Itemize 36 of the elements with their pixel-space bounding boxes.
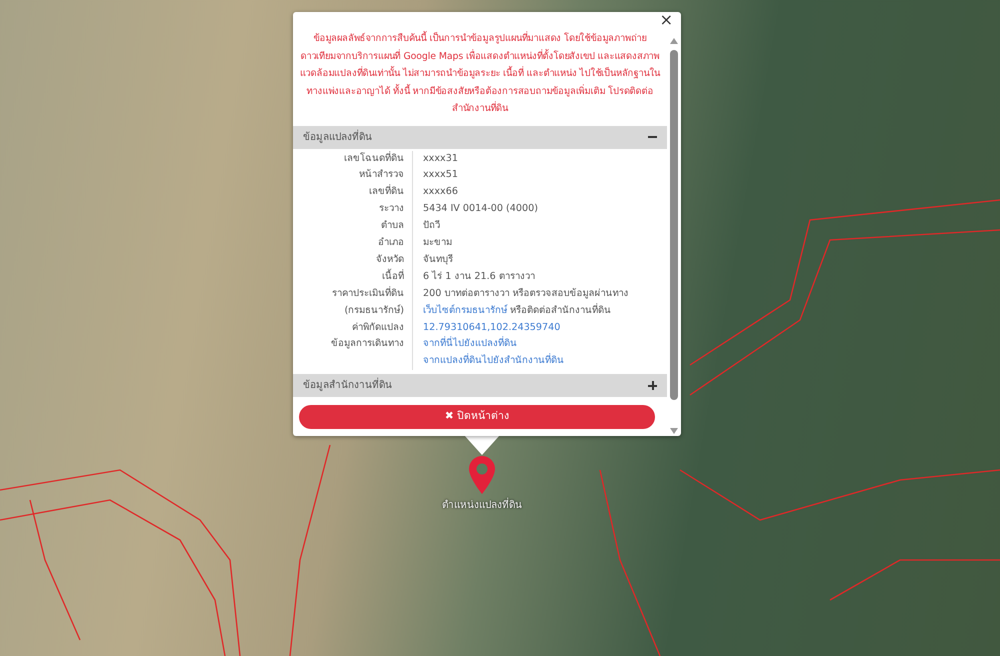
field-value: xxxx31 xyxy=(423,152,458,164)
field-value: มะขาม xyxy=(423,237,452,248)
field-value: xxxx51 xyxy=(423,169,458,180)
field-value: xxxx66 xyxy=(423,186,458,198)
field-value: 5434 IV 0014-00 (4000) xyxy=(423,203,538,214)
section-header[interactable]: ข้อมูลแปลงที่ดิน xyxy=(293,126,667,148)
field-label: เนื้อที่ xyxy=(293,268,413,286)
field-label: จังหวัด xyxy=(293,252,413,269)
field-value: 6 ไร่ 1 งาน 21.6 ตารางวา xyxy=(423,270,535,282)
link[interactable]: เว็บไซต์กรมธนารักษ์ xyxy=(423,304,507,316)
disclaimer-text: ข้อมูลผลลัพธ์จากการสืบค้นนี้ เป็นการนำข้อมูลรูปแผนที่มาแสดง โดยใช้ข้อมูลภาพถ่ายดาวเทียมจากบริการแผนที่ Google Maps เพื่อแสดงตำแหน่งที่ตั้งโดยสังเขป และแสดงสภาพแวดล้อมแปลงที่ดินเท่านั้น ไม่สามารถนำข้อมูลระยะ เนื้อที่ และตำแหน่ง ไปใช้เป็นหลักฐานในทางแพ่งและอาญาได้ ทั้งนี้ หากมีข้อสงสัยหรือต้องการสอบถามข้อมูลเพิ่มเติม โปรดติดต่อสำนักงานที่ดิน xyxy=(298,30,662,116)
marker-label: ตำแหน่งแปลงที่ดิน xyxy=(412,498,552,513)
field-label: อำเภอ xyxy=(293,235,413,252)
field-label: ราคาประเมินที่ดิน xyxy=(293,286,413,303)
field-label: ตำบล xyxy=(293,218,413,236)
section-header[interactable]: ข้อมูลสำนักงานที่ดิน xyxy=(293,374,667,398)
field-label: ค่าพิกัดแปลง xyxy=(293,320,413,336)
field-value: หรือติดต่อสำนักงานที่ดิน xyxy=(510,304,612,316)
scrollbar[interactable] xyxy=(669,36,679,436)
field-label: เลขที่ดิน xyxy=(293,184,413,202)
field-value: ปัถวี xyxy=(423,220,440,232)
link[interactable]: จากที่นี่ไปยังแปลงที่ดิน xyxy=(423,338,517,350)
field-label: (กรมธนารักษ์) xyxy=(293,302,413,320)
field-label: ระวาง xyxy=(293,201,413,218)
link[interactable]: 12.79310641,102.24359740 xyxy=(423,322,560,333)
field-value: 200 บาทต่อตารางวา หรือตรวจสอบข้อมูลผ่านทาง xyxy=(423,288,628,299)
section-title: ข้อมูลแปลงที่ดิน xyxy=(303,128,372,145)
field-label: เลขโฉนดที่ดิน xyxy=(293,150,413,168)
close-window-button[interactable]: ✖ ปิดหน้าต่าง xyxy=(299,405,655,430)
link[interactable]: จากแปลงที่ดินไปยังสำนักงานที่ดิน xyxy=(423,355,564,366)
field-label: หน้าสำรวจ xyxy=(293,167,413,184)
field-value: จันทบุรี xyxy=(423,254,453,265)
section-title: ข้อมูลสำนักงานที่ดิน xyxy=(303,377,392,394)
close-button[interactable]: × xyxy=(658,12,675,28)
location-pin-icon xyxy=(469,456,495,494)
field-label: ข้อมูลการเดินทาง xyxy=(293,336,413,370)
